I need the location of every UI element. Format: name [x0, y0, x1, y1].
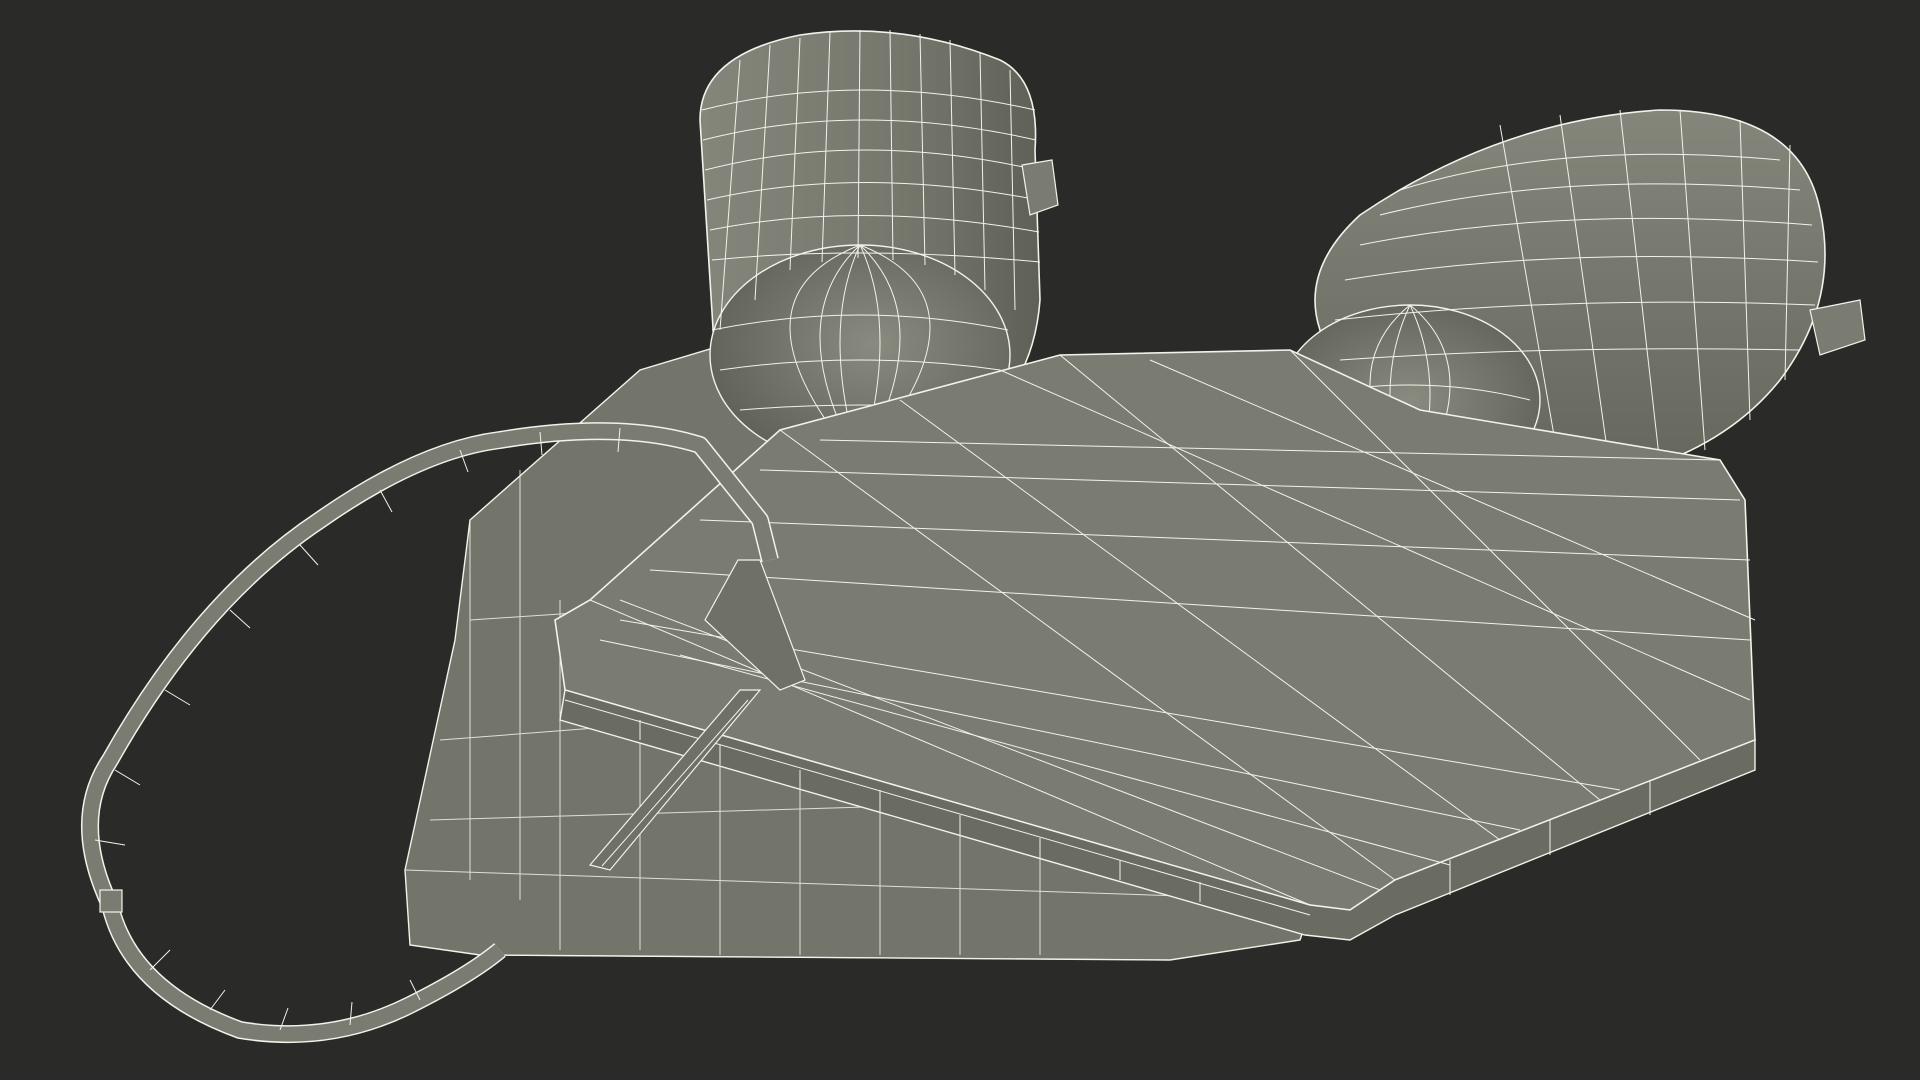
render-viewport — [0, 0, 1920, 1080]
wireframe-model — [81, 29, 1866, 1044]
